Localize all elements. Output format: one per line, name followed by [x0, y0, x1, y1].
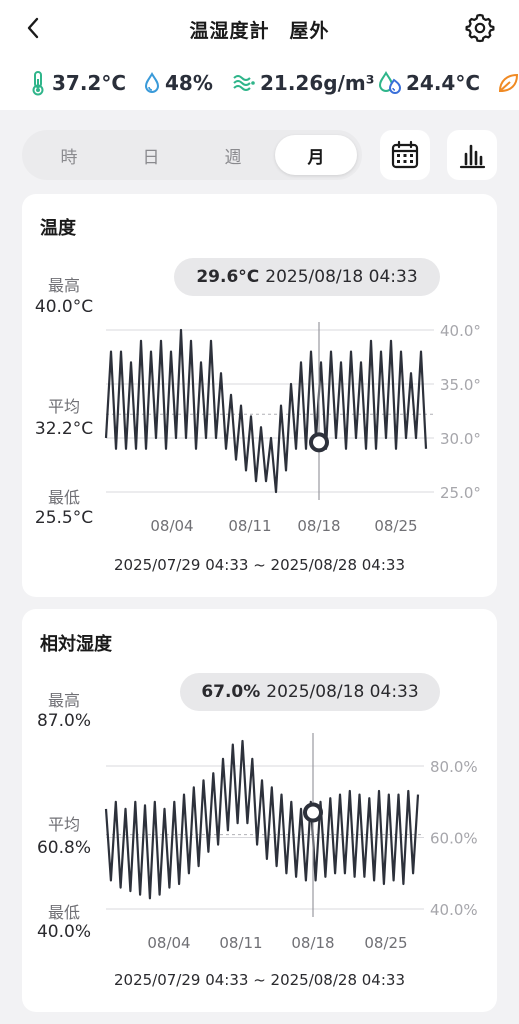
thermometer-icon	[32, 71, 44, 96]
segment-month[interactable]: 月	[275, 135, 357, 175]
temperature-value: 37.2°C	[52, 71, 127, 95]
y-tick-label: 40.0%	[430, 901, 478, 919]
data-series-line	[104, 328, 428, 494]
temperature-card: 温度 最高 40.0°C 平均 32.2°C 最低 25.5°C 29.6°C …	[22, 194, 497, 597]
chart-type-button[interactable]	[447, 130, 497, 180]
y-tick-label: 80.0%	[430, 758, 478, 776]
x-tick-label: 08/11	[228, 517, 271, 535]
y-tick-label: 30.0°	[440, 430, 481, 448]
period-segmented-control: 時 日 週 月	[22, 130, 362, 180]
date-range: 2025/07/29 04:33 ~ 2025/08/28 04:33	[113, 971, 405, 989]
dew-point-value: 24.4°C	[406, 71, 481, 95]
vapor-icon	[233, 75, 255, 91]
current-readings: 37.2°C 48% 21.26g/m³ 24.4°C	[0, 56, 519, 110]
cursor-marker	[309, 432, 329, 453]
x-tick-label: 08/25	[374, 517, 417, 535]
y-tick-label: 35.0°	[440, 376, 481, 394]
segment-day[interactable]: 日	[110, 135, 192, 175]
water-drop-icon	[144, 72, 160, 93]
data-series-line	[104, 739, 420, 900]
humidity-card: 相対湿度 最高 87.0% 平均 60.8% 最低 40.0% 67.0% 20…	[22, 609, 497, 1012]
absolute-humidity-value: 21.26g/m³	[260, 71, 375, 95]
calendar-icon	[391, 140, 419, 169]
temperature-chart[interactable]: 25.0° 30.0° 35.0° 40.0° 08/04 08/11 08/18 08/25	[22, 194, 497, 544]
x-tick-label: 08/04	[150, 517, 193, 535]
x-tick-label: 08/04	[147, 934, 190, 952]
humidity-chart[interactable]: 40.0% 60.0% 80.0% 08/04 08/11 08/18 08/25	[22, 609, 497, 959]
gear-icon	[465, 13, 495, 43]
dew-point-icon	[378, 71, 402, 94]
x-tick-label: 08/25	[364, 934, 407, 952]
settings-button[interactable]	[465, 13, 495, 43]
header-bar: 温湿度計 屋外	[0, 0, 519, 56]
absolute-humidity-reading: 21.26g/m³	[232, 68, 374, 98]
x-tick-label: 08/18	[297, 517, 340, 535]
y-tick-label: 25.0°	[440, 484, 481, 502]
x-tick-label: 08/18	[291, 934, 334, 952]
dew-point-reading: 24.4°C	[378, 68, 480, 98]
y-tick-label: 60.0%	[430, 830, 478, 848]
leaf-icon	[498, 73, 519, 93]
date-range: 2025/07/29 04:33 ~ 2025/08/28 04:33	[113, 556, 405, 574]
leaf-indicator	[497, 68, 519, 98]
segment-hour[interactable]: 時	[28, 135, 110, 175]
page-title: 温湿度計 屋外	[189, 20, 330, 42]
x-tick-label: 08/11	[219, 934, 262, 952]
humidity-value: 48%	[165, 71, 213, 95]
bar-chart-icon	[459, 144, 486, 169]
segment-week[interactable]: 週	[192, 135, 274, 175]
calendar-button[interactable]	[380, 130, 430, 180]
temperature-reading: 37.2°C	[28, 68, 126, 98]
y-tick-label: 40.0°	[440, 322, 481, 340]
cursor-marker	[303, 802, 323, 823]
humidity-reading: 48%	[143, 68, 213, 98]
